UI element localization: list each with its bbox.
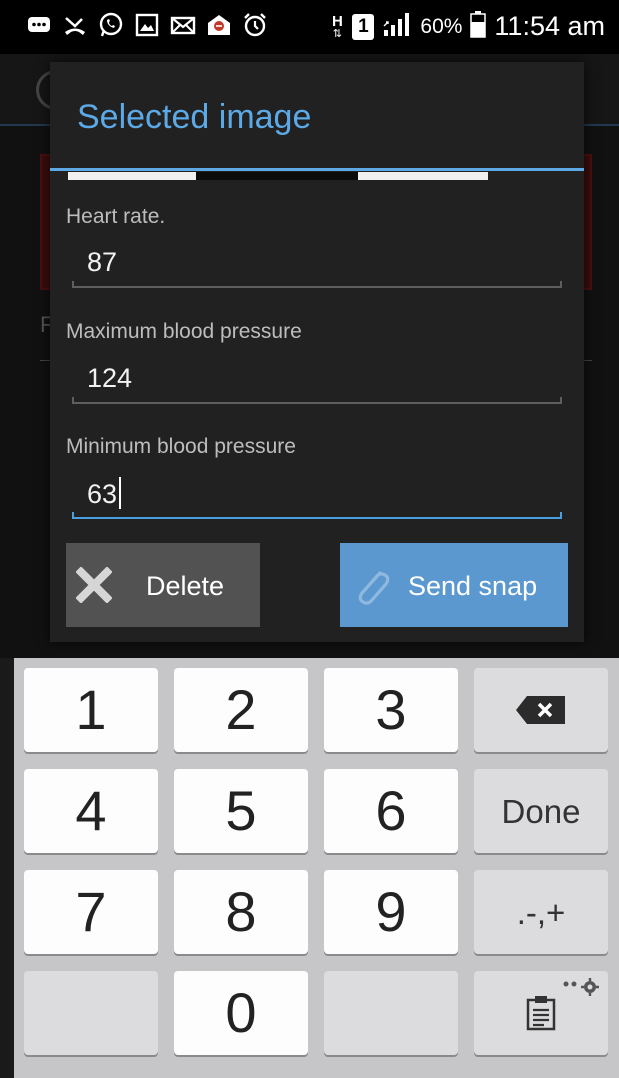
- key-2[interactable]: 2: [174, 668, 308, 752]
- min-bp-underline: [72, 512, 562, 519]
- key-6[interactable]: 6: [324, 769, 458, 853]
- status-right: H ⇅ 1 60% 11:54 am: [330, 10, 605, 43]
- numeric-keyboard: 1 2 3 4 5 6 Done 7 8 9 .-,+ 0: [14, 658, 619, 1078]
- backspace-icon: [515, 695, 567, 725]
- inbox-icon: [206, 12, 232, 38]
- heart-rate-field[interactable]: [72, 237, 562, 287]
- clipboard-key[interactable]: [474, 971, 608, 1055]
- key-0[interactable]: 0: [174, 971, 308, 1055]
- clipboard-icon: [526, 995, 556, 1031]
- settings-gear-icon: [562, 977, 600, 999]
- send-snap-label: Send snap: [408, 571, 538, 601]
- hspa-icon: H ⇅: [331, 12, 343, 40]
- title-divider: [50, 168, 584, 171]
- alarm-icon: [242, 12, 268, 38]
- key-4[interactable]: 4: [24, 769, 158, 853]
- image-preview: [68, 172, 488, 180]
- max-bp-label: Maximum blood pressure: [66, 320, 302, 343]
- blank-key-right[interactable]: [324, 971, 458, 1055]
- key-1[interactable]: 1: [24, 668, 158, 752]
- heart-rate-label: Heart rate.: [66, 205, 166, 228]
- key-9[interactable]: 9: [324, 870, 458, 954]
- key-5[interactable]: 5: [174, 769, 308, 853]
- clock: 11:54 am: [494, 11, 605, 41]
- max-bp-field[interactable]: [72, 353, 562, 403]
- key-8[interactable]: 8: [174, 870, 308, 954]
- sim-icon: 1: [352, 13, 375, 40]
- signal-icon: [382, 11, 412, 42]
- backspace-key[interactable]: [474, 668, 608, 752]
- close-icon: [75, 566, 113, 604]
- heart-rate-underline: [72, 281, 562, 288]
- missed-call-icon: [62, 12, 88, 38]
- whatsapp-icon: [98, 12, 124, 38]
- symbols-key[interactable]: .-,+: [474, 870, 608, 954]
- min-bp-field[interactable]: [72, 469, 562, 519]
- min-bp-label: Minimum blood pressure: [66, 435, 296, 458]
- key-7[interactable]: 7: [24, 870, 158, 954]
- text-cursor: [119, 477, 121, 509]
- done-key[interactable]: Done: [474, 769, 608, 853]
- key-3[interactable]: 3: [324, 668, 458, 752]
- battery-percent: 60%: [420, 14, 463, 38]
- battery-icon: [470, 10, 487, 43]
- delete-button[interactable]: Delete: [66, 543, 260, 627]
- delete-label: Delete: [146, 571, 225, 601]
- send-snap-button[interactable]: Send snap: [340, 543, 568, 627]
- message-icon: [26, 12, 52, 38]
- gallery-icon: [134, 12, 160, 38]
- notification-icons: [26, 12, 268, 38]
- status-bar: H ⇅ 1 60% 11:54 am: [0, 0, 619, 54]
- paperclip-icon: [350, 563, 392, 609]
- blank-key-left[interactable]: [24, 971, 158, 1055]
- max-bp-underline: [72, 397, 562, 404]
- mail-icon: [170, 12, 196, 38]
- dialog-title: Selected image: [77, 98, 312, 136]
- selected-image-dialog: Selected image Heart rate. Maximum blood…: [50, 62, 584, 642]
